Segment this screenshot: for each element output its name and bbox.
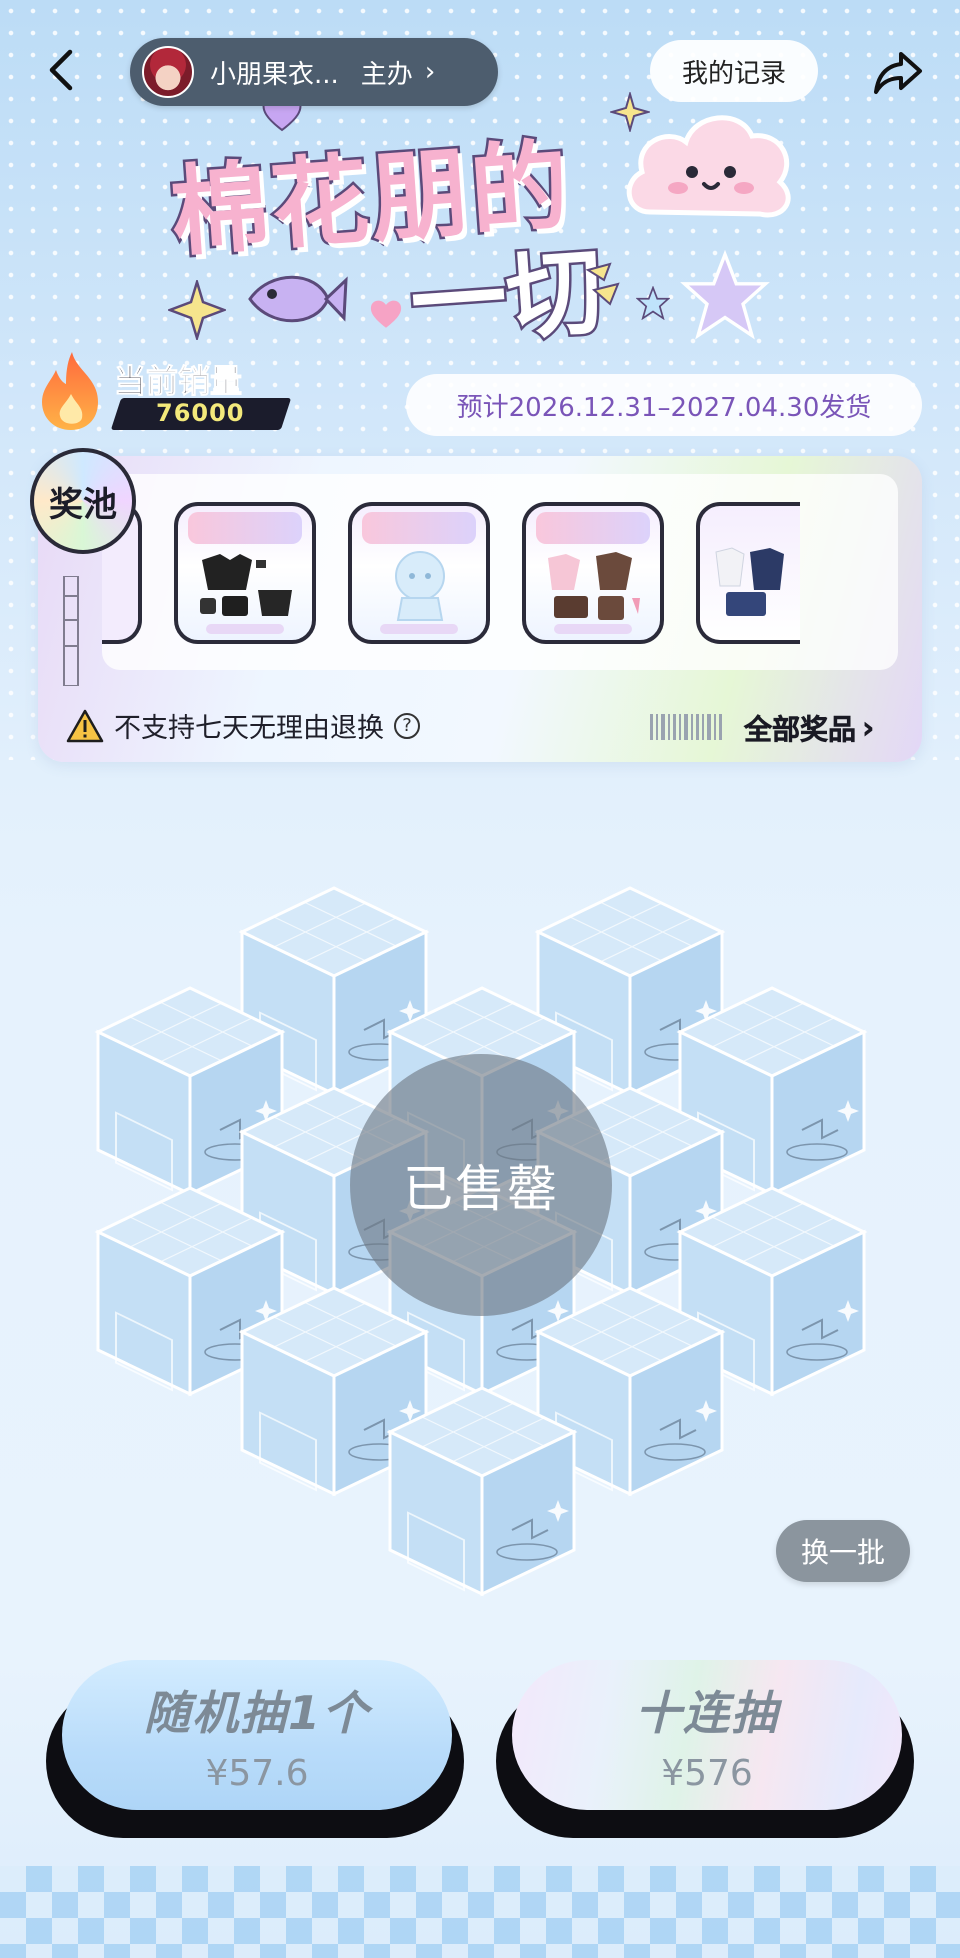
draw-ten-button[interactable]: 十连抽 ¥576 bbox=[496, 1660, 914, 1838]
all-prizes-label: 全部奖品 bbox=[744, 713, 857, 747]
back-button[interactable] bbox=[34, 42, 90, 98]
back-arrow-icon bbox=[49, 49, 73, 91]
barcode-decoration bbox=[650, 714, 722, 740]
draw-one-label: 随机抽1个 bbox=[143, 1685, 370, 1740]
shipping-date-pill: 预计2026.12.31–2027.04.30发货 bbox=[406, 374, 922, 436]
banner-title-line2: 一切 bbox=[404, 233, 608, 363]
warning-icon bbox=[66, 709, 104, 742]
prize-card[interactable] bbox=[174, 502, 316, 644]
return-policy-notice: 不支持七天无理由退换 ? bbox=[66, 706, 420, 745]
blind-box-grid: 已售罄 bbox=[0, 800, 960, 1600]
prize-carousel[interactable] bbox=[102, 474, 898, 670]
prize-card[interactable] bbox=[696, 502, 800, 644]
share-button[interactable] bbox=[868, 42, 928, 102]
creator-role: 主办 bbox=[360, 59, 413, 90]
cloud-face-icon bbox=[626, 115, 791, 218]
title-banner: 棉花朋的 一切 bbox=[140, 90, 820, 363]
notice-text: 不支持七天无理由退换 bbox=[114, 713, 384, 744]
checker-footer-decoration bbox=[0, 1866, 960, 1958]
star-icon bbox=[680, 250, 770, 340]
all-prizes-link[interactable]: 全部奖品 › bbox=[744, 708, 875, 748]
draw-ten-price: ¥576 bbox=[661, 1752, 753, 1794]
heart-icon bbox=[370, 300, 402, 328]
blind-box[interactable] bbox=[382, 1380, 582, 1600]
sales-value: 76000 bbox=[156, 399, 245, 427]
speed-lines-icon bbox=[585, 262, 620, 306]
blind-box-icon bbox=[386, 1386, 578, 1597]
sales-label: 当前销量 bbox=[113, 362, 243, 401]
creator-name: 小朋果衣... bbox=[210, 59, 339, 90]
outfit-black-icon bbox=[200, 554, 292, 616]
chevron-right-icon: › bbox=[424, 57, 436, 87]
sparkle-icon bbox=[168, 280, 226, 340]
share-icon bbox=[874, 52, 922, 94]
avatar bbox=[142, 46, 194, 98]
star-icon bbox=[636, 286, 670, 320]
sold-out-overlay: 已售罄 bbox=[350, 1054, 612, 1316]
flame-icon bbox=[42, 352, 98, 430]
prize-card[interactable] bbox=[348, 502, 490, 644]
creator-pill[interactable]: 小朋果衣... 主办 › bbox=[130, 38, 498, 106]
sales-badge: 当前销量 76000 bbox=[36, 350, 296, 430]
draw-one-price: ¥57.6 bbox=[205, 1752, 309, 1794]
prize-pool-card[interactable]: 奖池 不支持七天无理由退换 ? 全部奖品 › bbox=[30, 448, 922, 762]
draw-ten-label: 十连抽 bbox=[635, 1685, 779, 1740]
vertical-text-decoration bbox=[63, 576, 79, 686]
refresh-batch-button[interactable]: 换一批 bbox=[776, 1520, 910, 1582]
help-icon[interactable]: ? bbox=[394, 712, 420, 739]
chevron-right-icon: › bbox=[862, 710, 875, 746]
plush-doll-icon bbox=[395, 551, 445, 621]
prize-card[interactable] bbox=[522, 502, 664, 644]
prize-pool-badge: 奖池 bbox=[30, 448, 136, 554]
page: 小朋果衣... 主办 › 我的记录 棉花朋的 一切 当前销量 76000 预计2… bbox=[0, 0, 960, 1958]
draw-one-button[interactable]: 随机抽1个 ¥57.6 bbox=[46, 1660, 464, 1838]
outfit-navy-icon bbox=[715, 547, 784, 616]
my-records-button[interactable]: 我的记录 bbox=[650, 40, 818, 102]
fish-icon bbox=[248, 275, 348, 323]
outfit-brown-pink-icon bbox=[548, 552, 640, 620]
